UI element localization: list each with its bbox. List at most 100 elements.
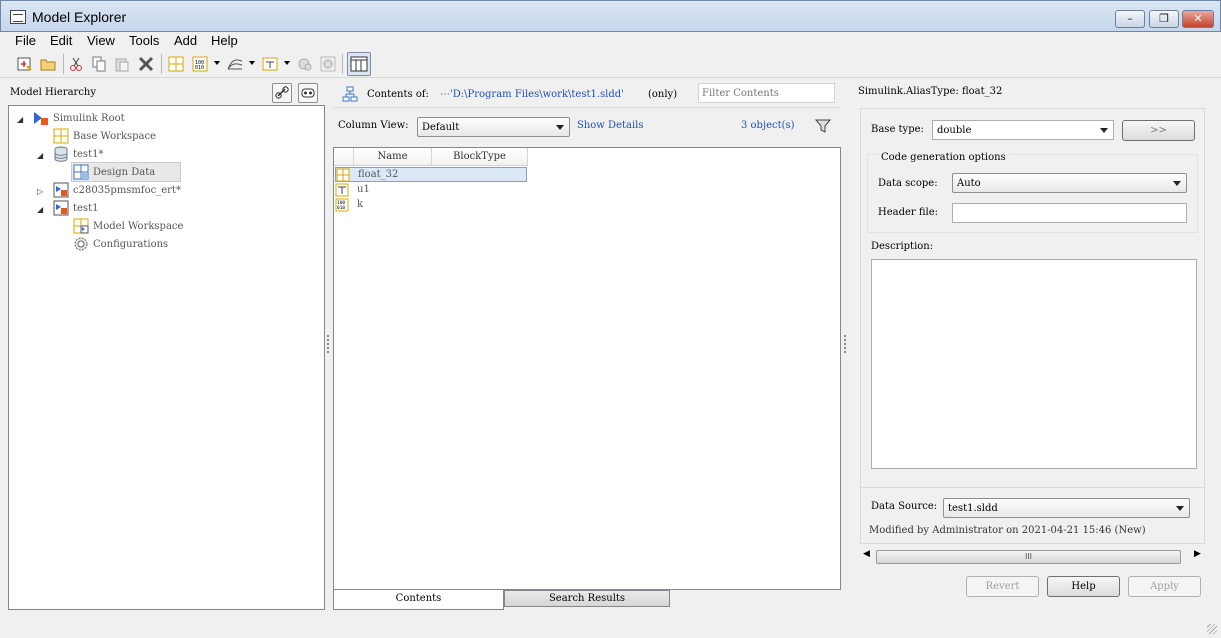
- help-button[interactable]: Help: [1047, 576, 1120, 597]
- filter-icon[interactable]: [814, 118, 832, 134]
- alias-type-icon: [336, 168, 350, 182]
- data-source-select[interactable]: test1.sldd: [943, 498, 1190, 518]
- scroll-right-icon[interactable]: ▶: [1194, 549, 1201, 559]
- horizontal-scrollbar[interactable]: ◀ III ▶: [860, 549, 1205, 566]
- column-view-select[interactable]: Default: [417, 117, 570, 137]
- design-data-icon: [73, 164, 89, 180]
- toolbar-separator: [63, 54, 64, 74]
- add-parameter-dropdown[interactable]: [214, 61, 220, 65]
- table-row[interactable]: float_32: [335, 167, 527, 182]
- description-textarea[interactable]: [871, 259, 1197, 469]
- column-header-blocktype[interactable]: BlockType: [432, 148, 528, 166]
- right-splitter[interactable]: [844, 335, 846, 353]
- dialog-view-icon[interactable]: [347, 52, 371, 76]
- menu-add[interactable]: Add: [174, 33, 197, 48]
- contents-path-link[interactable]: ⋯'D:\Program Files\work\test1.sldd': [440, 89, 624, 100]
- menu-view[interactable]: View: [87, 33, 115, 48]
- code-generation-group: Code generation options Data scope: Auto…: [867, 152, 1198, 233]
- table-row[interactable]: 100 010 k: [335, 197, 363, 212]
- add-bus-icon[interactable]: [261, 55, 279, 73]
- menu-tools[interactable]: Tools: [129, 33, 159, 48]
- open-folder-icon[interactable]: [39, 55, 57, 73]
- add-bus-dropdown[interactable]: [284, 61, 290, 65]
- contents-pane: Contents of: ⋯'D:\Program Files\work\tes…: [333, 80, 841, 610]
- data-scope-select[interactable]: Auto: [952, 173, 1187, 193]
- left-splitter[interactable]: [327, 335, 329, 353]
- svg-text:010: 010: [195, 65, 204, 71]
- expander-icon[interactable]: ◢: [37, 151, 43, 160]
- scroll-thumb[interactable]: III: [876, 550, 1181, 564]
- chevron-down-icon: [556, 125, 564, 130]
- delete-icon[interactable]: [137, 55, 155, 73]
- menu-edit[interactable]: Edit: [50, 33, 72, 48]
- tree-node-test1-sldd[interactable]: test1*: [53, 145, 103, 163]
- paste-icon[interactable]: [113, 55, 131, 73]
- cut-icon[interactable]: [67, 55, 85, 73]
- filter-contents-input[interactable]: [698, 83, 835, 103]
- add-configuration-icon[interactable]: [296, 55, 314, 73]
- base-type-select[interactable]: double: [932, 120, 1114, 140]
- table-row[interactable]: u1: [335, 182, 370, 197]
- resize-grip[interactable]: [1207, 624, 1217, 634]
- tree-node-model-workspace[interactable]: Model Workspace: [73, 217, 183, 235]
- new-model-icon[interactable]: [16, 55, 34, 73]
- column-header-name[interactable]: Name: [354, 148, 432, 166]
- column-view-label: Column View:: [338, 120, 409, 131]
- restore-button[interactable]: ❐: [1149, 10, 1179, 28]
- tree-node-test1-model[interactable]: test1: [53, 199, 98, 217]
- tab-contents[interactable]: Contents: [333, 590, 504, 610]
- data-source-group: Data Source: test1.sldd Modified by Admi…: [860, 487, 1205, 544]
- add-signal-icon[interactable]: [226, 55, 244, 73]
- table-header-icon-col: [334, 148, 354, 166]
- model-hierarchy-pane: Model Hierarchy ◢ Simulink Root Base Wor…: [8, 80, 325, 610]
- menu-help[interactable]: Help: [211, 33, 238, 48]
- close-button[interactable]: ✕: [1182, 10, 1214, 28]
- header-file-input[interactable]: [952, 203, 1187, 223]
- add-workspace-variable-icon[interactable]: [167, 55, 185, 73]
- model-icon: [53, 182, 69, 198]
- data-scope-label: Data scope:: [878, 178, 938, 189]
- mask-icon[interactable]: [298, 83, 318, 103]
- link-icon[interactable]: [272, 83, 292, 103]
- app-icon: [10, 10, 26, 24]
- tree-node-configurations[interactable]: Configurations: [73, 235, 168, 253]
- dialog-pane: Simulink.AliasType: float_32 Base type: …: [852, 80, 1213, 610]
- description-label: Description:: [871, 241, 934, 252]
- scroll-left-icon[interactable]: ◀: [863, 549, 870, 559]
- expand-button[interactable]: >>: [1122, 120, 1195, 141]
- tree-node-base-workspace[interactable]: Base Workspace: [53, 127, 156, 145]
- modified-text: Modified by Administrator on 2021-04-21 …: [869, 525, 1146, 536]
- workspace-icon: [53, 128, 69, 144]
- tree-node-simulink-root[interactable]: Simulink Root: [33, 109, 125, 127]
- only-label: (only): [648, 89, 678, 100]
- minimize-button[interactable]: –: [1115, 10, 1145, 28]
- revert-button[interactable]: Revert: [966, 576, 1039, 597]
- svg-text:010: 010: [337, 205, 345, 211]
- expander-icon[interactable]: ◢: [17, 115, 23, 124]
- model-hierarchy-header: Model Hierarchy: [8, 80, 325, 104]
- contents-tab-bar: Contents Search Results: [333, 590, 841, 610]
- model-hierarchy-tree: ◢ Simulink Root Base Workspace ◢ test1*: [8, 105, 325, 610]
- add-config-ref-icon[interactable]: [319, 55, 337, 73]
- contents-header: Contents of: ⋯'D:\Program Files\work\tes…: [333, 80, 841, 108]
- menu-file[interactable]: File: [15, 33, 36, 48]
- show-details-link[interactable]: Show Details: [577, 120, 644, 131]
- expander-icon[interactable]: ◢: [37, 205, 43, 214]
- add-parameter-icon[interactable]: 100 010: [191, 55, 209, 73]
- copy-icon[interactable]: [90, 55, 108, 73]
- tree-node-design-data[interactable]: Design Data: [71, 162, 181, 182]
- table-header: Name BlockType: [334, 148, 841, 166]
- tree-node-c28035pmsmfoc-ert[interactable]: c28035pmsmfoc_ert*: [53, 181, 181, 199]
- contents-of-label: Contents of:: [367, 89, 429, 100]
- chevron-down-icon: [1173, 181, 1181, 186]
- chevron-down-icon: [1176, 506, 1184, 511]
- add-signal-dropdown[interactable]: [249, 61, 255, 65]
- toolbar: 100 010: [0, 50, 1221, 78]
- model-workspace-icon: [73, 218, 89, 234]
- object-count: 3 object(s): [741, 120, 795, 131]
- apply-button[interactable]: Apply: [1128, 576, 1201, 597]
- model-icon: [53, 200, 69, 216]
- header-file-label: Header file:: [878, 207, 939, 218]
- expander-icon[interactable]: ▷: [37, 187, 43, 196]
- tab-search-results[interactable]: Search Results: [504, 590, 670, 607]
